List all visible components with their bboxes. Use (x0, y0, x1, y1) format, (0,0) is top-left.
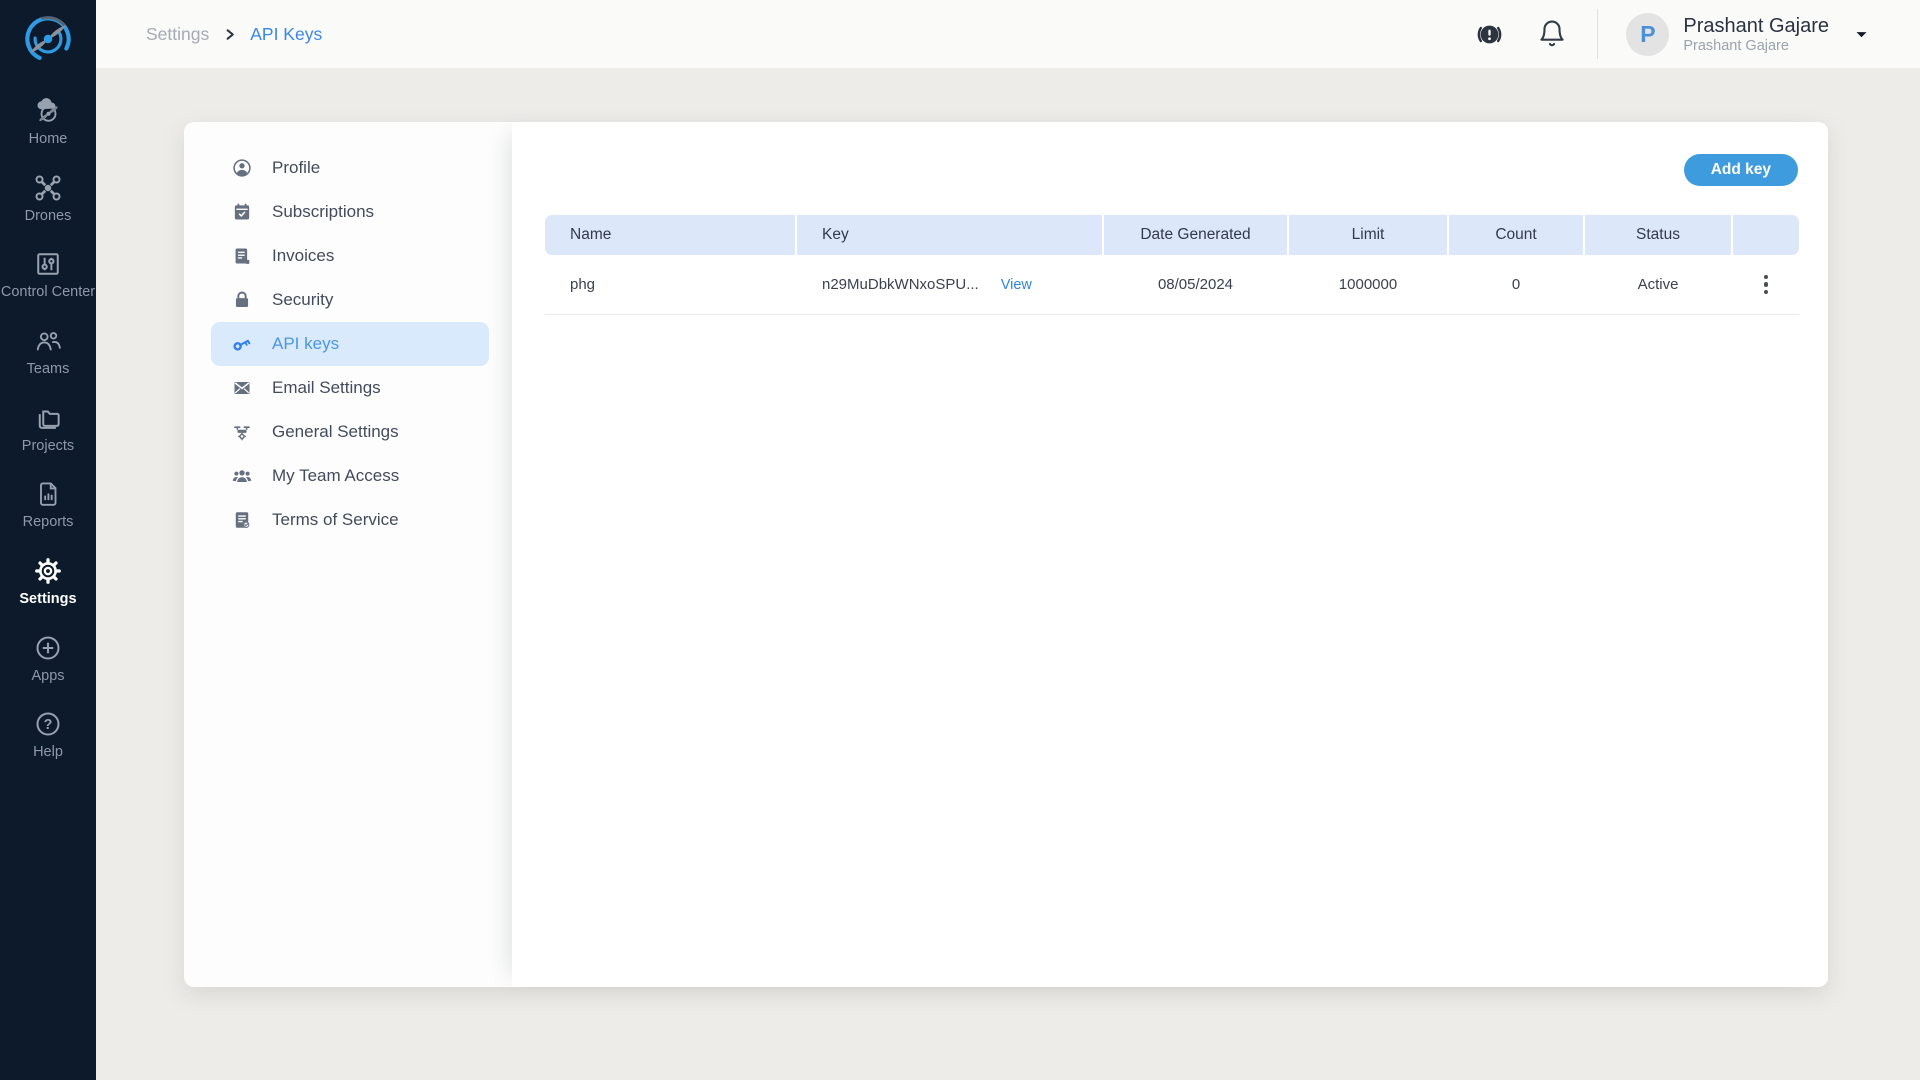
settings-nav-label: General Settings (272, 422, 399, 442)
sidebar-item-settings[interactable]: Settings (0, 556, 96, 608)
user-menu-caret[interactable] (1853, 26, 1870, 43)
sidebar-item-control-center[interactable]: Control Center (0, 249, 96, 301)
settings-nav-label: Email Settings (272, 378, 381, 398)
alert-icon[interactable] (1474, 19, 1505, 50)
profile-person-icon (231, 157, 253, 179)
sidebar-item-teams[interactable]: Teams (0, 326, 96, 378)
chevron-right-icon (222, 27, 237, 42)
settings-nav-label: Invoices (272, 246, 334, 266)
svg-text:?: ? (44, 718, 53, 734)
settings-nav-label: API keys (272, 334, 339, 354)
settings-nav-terms-of-service[interactable]: Terms of Service (184, 498, 512, 542)
add-key-button[interactable]: Add key (1684, 154, 1798, 186)
table-header-row: Name Key Date Generated Limit Count Stat… (545, 215, 1799, 255)
column-header-name: Name (545, 215, 795, 255)
sidebar-item-label: Control Center (1, 284, 95, 301)
sidebar-item-projects[interactable]: Projects (0, 403, 96, 455)
settings-nav-my-team-access[interactable]: My Team Access (184, 454, 512, 498)
api-keys-table: Name Key Date Generated Limit Count Stat… (545, 215, 1799, 315)
sidebar-item-apps[interactable]: Apps (0, 633, 96, 685)
settings-nav: Profile Subscriptions (184, 122, 512, 542)
settings-nav-profile[interactable]: Profile (184, 146, 512, 190)
invoices-receipt-icon (231, 245, 253, 267)
settings-nav-label: Security (272, 290, 333, 310)
cell-actions (1733, 269, 1799, 301)
settings-nav-invoices[interactable]: Invoices (184, 234, 512, 278)
api-key-icon (231, 333, 253, 355)
teams-people-icon (33, 326, 63, 356)
settings-nav-email-settings[interactable]: Email Settings (184, 366, 512, 410)
home-drone-icon (33, 96, 63, 126)
settings-nav-label: Profile (272, 158, 320, 178)
help-question-circle-icon: ? (33, 709, 63, 739)
email-envelope-icon (231, 377, 253, 399)
settings-nav-label: My Team Access (272, 466, 399, 486)
sidebar-item-label: Home (29, 131, 68, 148)
user-name: Prashant Gajare (1683, 15, 1829, 38)
cell-count: 0 (1449, 276, 1583, 293)
topbar-divider (1597, 9, 1598, 59)
user-menu[interactable]: Prashant Gajare Prashant Gajare (1683, 15, 1829, 54)
sidebar-item-label: Settings (19, 591, 76, 608)
user-subtitle: Prashant Gajare (1683, 38, 1829, 54)
drone-propeller-logo-icon (17, 8, 79, 70)
avatar[interactable]: P (1626, 13, 1669, 56)
column-header-count: Count (1449, 215, 1583, 255)
sidebar-item-help[interactable]: ? Help (0, 709, 96, 761)
cell-date-generated: 08/05/2024 (1104, 276, 1287, 293)
main-sidebar: Home Drones (0, 0, 96, 1080)
column-header-key: Key (797, 215, 1102, 255)
cell-name: phg (545, 276, 795, 293)
row-actions-menu-icon[interactable] (1758, 269, 1774, 301)
breadcrumb-api-keys-current[interactable]: API Keys (250, 24, 322, 45)
sidebar-item-label: Help (33, 744, 63, 761)
terms-document-check-icon (231, 509, 253, 531)
chevron-down-icon (1853, 26, 1870, 43)
cell-status: Active (1585, 276, 1731, 293)
column-header-date-generated: Date Generated (1104, 215, 1287, 255)
settings-nav-label: Terms of Service (272, 510, 399, 530)
app-logo[interactable] (17, 8, 79, 70)
settings-nav-subscriptions[interactable]: Subscriptions (184, 190, 512, 234)
column-header-actions (1733, 215, 1799, 255)
subscriptions-calendar-icon (231, 201, 253, 223)
settings-nav-security[interactable]: Security (184, 278, 512, 322)
cell-limit: 1000000 (1289, 276, 1447, 293)
security-lock-icon (231, 289, 253, 311)
projects-folder-icon (33, 403, 63, 433)
bell-icon[interactable] (1537, 19, 1567, 49)
sidebar-nav: Home Drones (0, 96, 96, 786)
sidebar-item-drones[interactable]: Drones (0, 173, 96, 225)
view-key-link[interactable]: View (1001, 277, 1032, 293)
api-keys-panel: Add key Name Key Date Generated Limit Co… (512, 122, 1828, 987)
cell-key: n29MuDbkWNxoSPU... View (797, 276, 1102, 293)
topbar-right: P Prashant Gajare Prashant Gajare (1474, 9, 1870, 59)
sidebar-item-label: Projects (22, 438, 74, 455)
general-settings-drone-gear-icon (231, 421, 253, 443)
api-key-value: n29MuDbkWNxoSPU... (822, 276, 979, 293)
apps-plus-circle-icon (33, 633, 63, 663)
sidebar-item-label: Teams (27, 361, 70, 378)
settings-nav-api-keys[interactable]: API keys (211, 322, 489, 366)
sidebar-item-home[interactable]: Home (0, 96, 96, 148)
table-row: phg n29MuDbkWNxoSPU... View 08/05/2024 1… (545, 255, 1799, 315)
reports-document-icon (33, 479, 63, 509)
content-area: Profile Subscriptions (96, 68, 1920, 1080)
team-access-group-icon (231, 465, 253, 487)
sidebar-item-reports[interactable]: Reports (0, 479, 96, 531)
topbar: Settings API Keys P Prashant Gajare (96, 0, 1920, 68)
sidebar-item-label: Apps (31, 668, 64, 685)
control-sliders-icon (33, 249, 63, 279)
column-header-limit: Limit (1289, 215, 1447, 255)
sidebar-item-label: Drones (25, 208, 72, 225)
settings-card: Profile Subscriptions (184, 122, 1828, 987)
column-header-status: Status (1585, 215, 1731, 255)
sidebar-item-label: Reports (23, 514, 74, 531)
drone-quadcopter-icon (33, 173, 63, 203)
breadcrumb-settings-link[interactable]: Settings (146, 24, 209, 45)
settings-nav-general-settings[interactable]: General Settings (184, 410, 512, 454)
breadcrumb: Settings API Keys (146, 24, 322, 45)
settings-nav-label: Subscriptions (272, 202, 374, 222)
gear-icon (33, 556, 63, 586)
